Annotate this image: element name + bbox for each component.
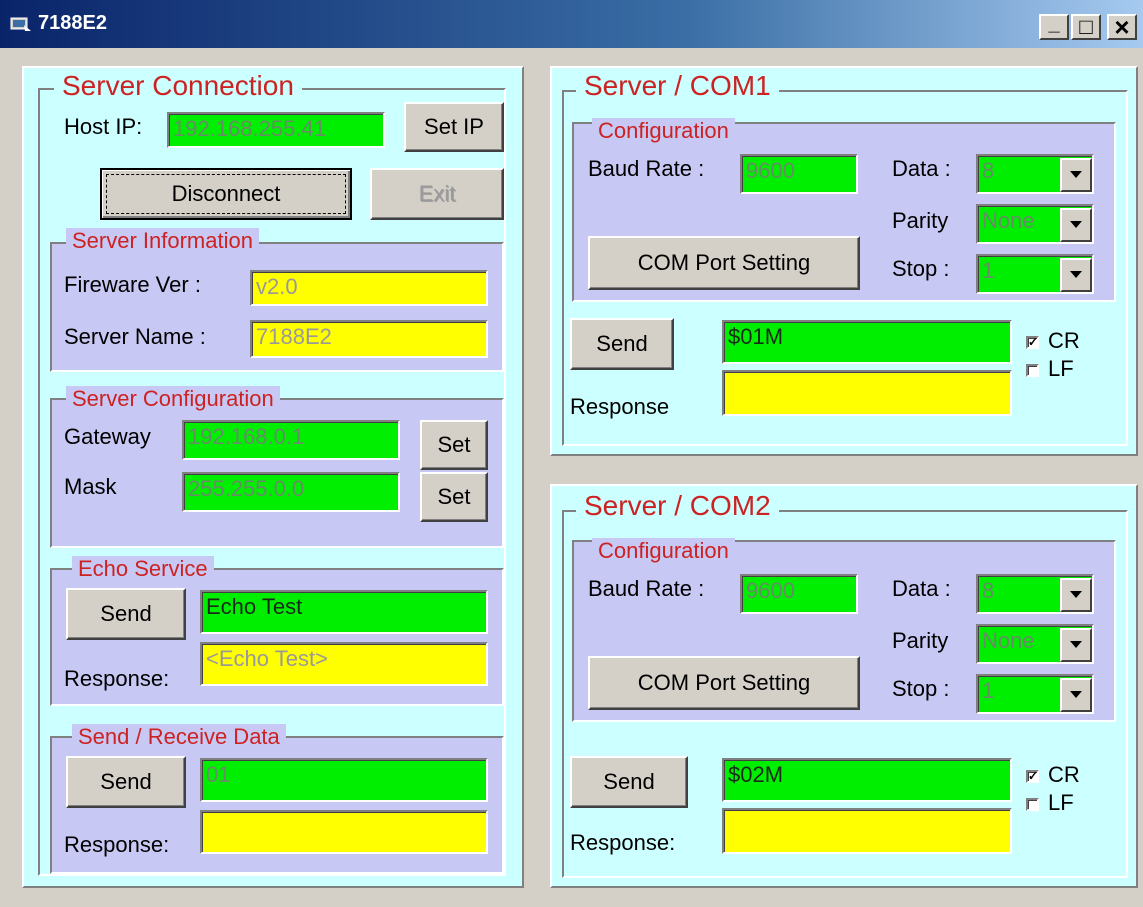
chevron-down-icon bbox=[1070, 271, 1082, 278]
com2-parity-label: Parity bbox=[892, 628, 949, 653]
com1-parity-dropdown-button[interactable] bbox=[1060, 208, 1092, 242]
com2-response-field bbox=[722, 808, 1012, 854]
disconnect-button[interactable]: Disconnect bbox=[100, 168, 352, 220]
com1-data-value: 8 bbox=[982, 158, 995, 183]
mask-input[interactable]: 255.255.0.0 bbox=[182, 472, 400, 512]
chevron-down-icon bbox=[1070, 591, 1082, 598]
com2-title: Server / COM2 bbox=[576, 490, 779, 522]
title-bar: 7188E2 _ □ × bbox=[0, 0, 1143, 48]
chevron-down-icon bbox=[1070, 221, 1082, 228]
window-title: 7188E2 bbox=[38, 12, 107, 34]
com2-parity-dropdown-button[interactable] bbox=[1060, 628, 1092, 662]
com2-command-input[interactable]: $02M bbox=[722, 758, 1012, 802]
com2-send-button[interactable]: Send bbox=[570, 756, 688, 808]
com1-send-button[interactable]: Send bbox=[570, 318, 674, 370]
firmware-version-field: v2.0 bbox=[250, 270, 488, 306]
com2-lf-label: LF bbox=[1048, 790, 1074, 815]
set-mask-button[interactable]: Set bbox=[420, 472, 488, 522]
server-connection-panel: Server Connection Host IP: 192.168.255.4… bbox=[22, 66, 524, 888]
server-configuration-title: Server Configuration bbox=[66, 386, 280, 412]
firmware-label: Fireware Ver : bbox=[64, 272, 201, 297]
com2-stop-label: Stop : bbox=[892, 676, 950, 701]
echo-input[interactable]: Echo Test bbox=[200, 590, 488, 634]
checkmark-icon: ✓ bbox=[1028, 335, 1039, 349]
close-button[interactable]: × bbox=[1107, 14, 1137, 40]
com1-stop-value: 1 bbox=[982, 258, 995, 283]
com1-data-dropdown-button[interactable] bbox=[1060, 158, 1092, 192]
com2-data-dropdown-button[interactable] bbox=[1060, 578, 1092, 612]
com2-data-value: 8 bbox=[982, 578, 995, 603]
com1-port-setting-button[interactable]: COM Port Setting bbox=[588, 236, 860, 290]
com1-lf-label: LF bbox=[1048, 356, 1074, 381]
echo-service-title: Echo Service bbox=[72, 556, 214, 582]
server-name-field: 7188E2 bbox=[250, 320, 488, 358]
echo-response-label: Response: bbox=[64, 666, 170, 691]
com1-stop-dropdown-button[interactable] bbox=[1060, 258, 1092, 292]
app-window-icon bbox=[10, 17, 31, 31]
com2-baud-input[interactable]: 9600 bbox=[740, 574, 858, 614]
com2-port-setting-button[interactable]: COM Port Setting bbox=[588, 656, 860, 710]
chevron-down-icon bbox=[1070, 171, 1082, 178]
com2-parity-value: None bbox=[982, 628, 1035, 653]
data-response-field bbox=[200, 810, 488, 854]
gateway-input[interactable]: 192.168.0.1 bbox=[182, 420, 400, 460]
com1-response-field bbox=[722, 370, 1012, 416]
com1-parity-label: Parity bbox=[892, 208, 949, 233]
send-receive-title: Send / Receive Data bbox=[72, 724, 286, 750]
set-gateway-button[interactable]: Set bbox=[420, 420, 488, 470]
checkmark-icon: ✓ bbox=[1028, 769, 1039, 783]
com1-lf-checkbox[interactable] bbox=[1026, 364, 1039, 377]
com2-data-label: Data : bbox=[892, 576, 951, 601]
com1-cr-label: CR bbox=[1048, 328, 1080, 353]
com1-command-input[interactable]: $01M bbox=[722, 320, 1012, 364]
com1-data-label: Data : bbox=[892, 156, 951, 181]
com2-cr-checkbox[interactable]: ✓ bbox=[1026, 770, 1039, 783]
host-ip-label: Host IP: bbox=[64, 114, 143, 139]
close-icon: × bbox=[1114, 12, 1130, 42]
server-name-label: Server Name : bbox=[64, 324, 206, 349]
data-send-button[interactable]: Send bbox=[66, 756, 186, 808]
minimize-icon: _ bbox=[1048, 13, 1060, 35]
echo-response-field: <Echo Test> bbox=[200, 642, 488, 686]
com1-parity-value: None bbox=[982, 208, 1035, 233]
com1-baud-label: Baud Rate : bbox=[588, 156, 705, 181]
server-connection-title: Server Connection bbox=[54, 70, 302, 102]
com1-stop-label: Stop : bbox=[892, 256, 950, 281]
com1-baud-input[interactable]: 9600 bbox=[740, 154, 858, 194]
com2-baud-label: Baud Rate : bbox=[588, 576, 705, 601]
com2-panel: Server / COM2 Configuration Baud Rate : … bbox=[550, 484, 1138, 888]
com1-title: Server / COM1 bbox=[576, 70, 779, 102]
minimize-button[interactable]: _ bbox=[1039, 14, 1069, 40]
maximize-button[interactable]: □ bbox=[1071, 14, 1101, 40]
host-ip-input[interactable]: 192.168.255.41 bbox=[167, 112, 385, 148]
com2-cr-label: CR bbox=[1048, 762, 1080, 787]
maximize-icon: □ bbox=[1079, 14, 1093, 39]
com2-response-label: Response: bbox=[570, 830, 676, 855]
com1-panel: Server / COM1 Configuration Baud Rate : … bbox=[550, 66, 1138, 456]
server-information-title: Server Information bbox=[66, 228, 259, 254]
data-input[interactable]: 01 bbox=[200, 758, 488, 802]
com1-response-label: Response bbox=[570, 394, 670, 419]
com2-stop-dropdown-button[interactable] bbox=[1060, 678, 1092, 712]
echo-send-button[interactable]: Send bbox=[66, 588, 186, 640]
com2-configuration-title: Configuration bbox=[592, 538, 735, 564]
com2-stop-value: 1 bbox=[982, 678, 995, 703]
mask-label: Mask bbox=[64, 474, 117, 499]
com1-cr-checkbox[interactable]: ✓ bbox=[1026, 336, 1039, 349]
chevron-down-icon bbox=[1070, 691, 1082, 698]
set-ip-button[interactable]: Set IP bbox=[404, 102, 504, 152]
com2-lf-checkbox[interactable] bbox=[1026, 798, 1039, 811]
com1-configuration-title: Configuration bbox=[592, 118, 735, 144]
gateway-label: Gateway bbox=[64, 424, 151, 449]
chevron-down-icon bbox=[1070, 641, 1082, 648]
exit-button[interactable]: Exit bbox=[370, 168, 504, 220]
data-response-label: Response: bbox=[64, 832, 170, 857]
